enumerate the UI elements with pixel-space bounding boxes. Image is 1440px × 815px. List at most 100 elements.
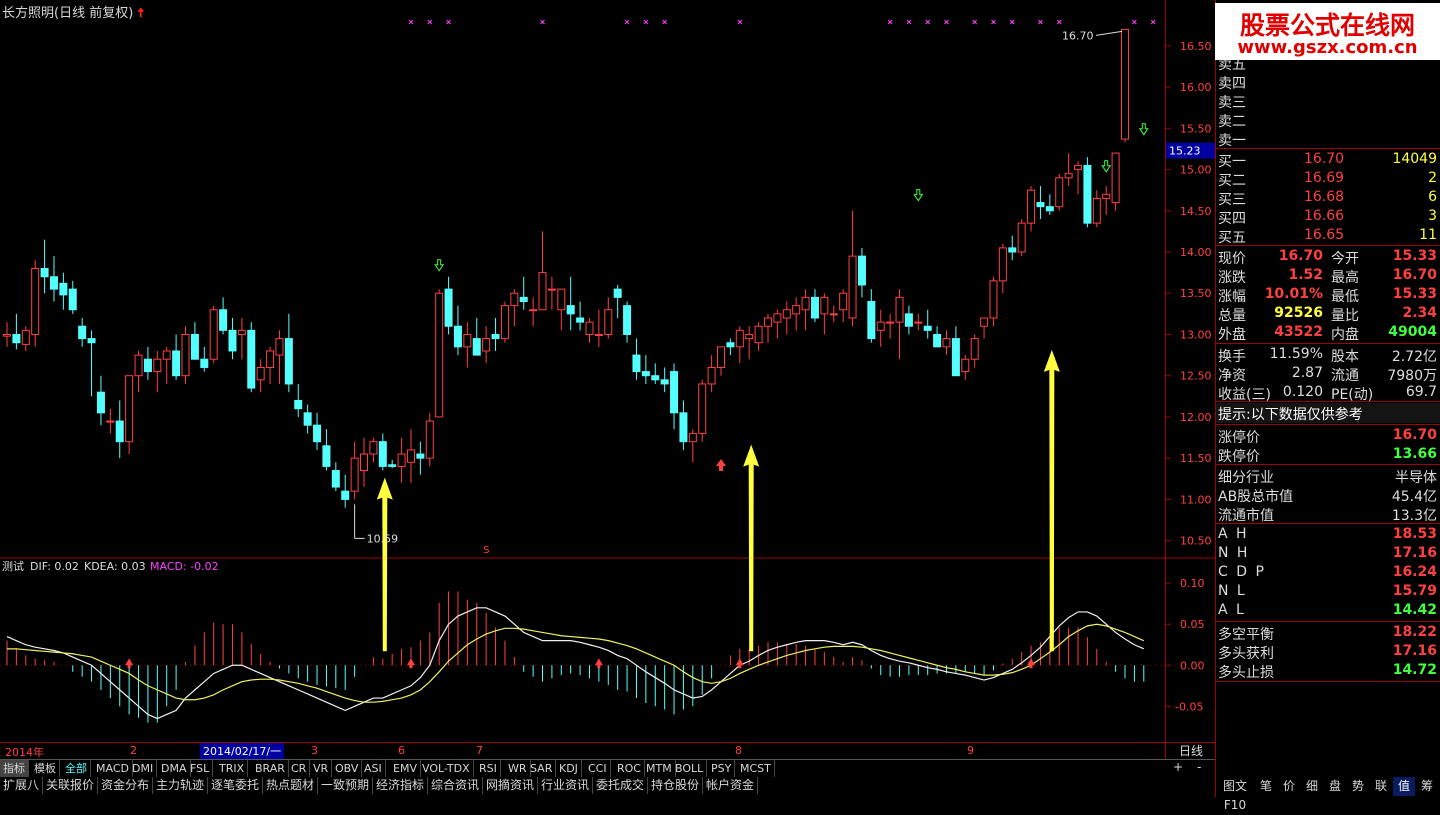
- info-tab[interactable]: 关联报价: [43, 777, 99, 794]
- indicator-tab[interactable]: MTM: [643, 760, 676, 777]
- info-tab[interactable]: 热点题材: [263, 777, 319, 794]
- indicator-tick-label: 0.05: [1180, 618, 1205, 631]
- balance-row: 多空平衡 18.22: [1216, 623, 1440, 643]
- panel-tab[interactable]: 笔: [1255, 777, 1277, 796]
- quote-value: 16.70: [1278, 248, 1323, 264]
- indicator-tab[interactable]: BRAR: [252, 760, 289, 777]
- candle-body: [895, 296, 904, 323]
- candle-body: [613, 288, 622, 298]
- candle: [360, 437, 369, 488]
- info-tab[interactable]: 综合资讯: [428, 777, 484, 794]
- panel-tab[interactable]: 价: [1278, 777, 1300, 796]
- candle-body: [190, 333, 199, 360]
- candle-body: [519, 296, 528, 302]
- buy-order-price: 16.69: [1304, 170, 1345, 186]
- indicator-tab[interactable]: VOL-TDX: [419, 760, 474, 777]
- candle: [31, 260, 40, 347]
- candle-body: [68, 288, 77, 311]
- panel-tab[interactable]: 联: [1370, 777, 1392, 796]
- candle-body: [923, 325, 932, 331]
- price-tick-label: 11.50: [1180, 452, 1212, 465]
- indicator-tab[interactable]: SAR: [527, 760, 557, 777]
- candle-body: [754, 325, 763, 344]
- indicator-tab[interactable]: EMV: [390, 760, 421, 777]
- indicator-tab[interactable]: KDJ: [556, 760, 582, 777]
- info-tab[interactable]: 行业资讯: [538, 777, 594, 794]
- current-price-label: 15.23: [1169, 145, 1201, 158]
- info-tab[interactable]: 帐户资金: [703, 777, 759, 794]
- candle: [876, 309, 885, 347]
- quote-value: 15.33: [1392, 248, 1437, 264]
- indicator-tab[interactable]: VR: [310, 760, 333, 777]
- candle-body: [106, 420, 115, 423]
- indicator-tab[interactable]: DMA: [158, 760, 191, 777]
- panel-tab[interactable]: 图文F10: [1215, 777, 1255, 812]
- candle-body: [801, 296, 810, 311]
- candle: [792, 297, 801, 331]
- info-tab[interactable]: 持仓股份: [648, 777, 704, 794]
- indicator-tab[interactable]: 全部: [62, 760, 91, 777]
- indicator-tab[interactable]: BOLL: [672, 760, 708, 777]
- indicator-tab[interactable]: CR: [288, 760, 311, 777]
- main-chart-panel[interactable]: 16.70 10.59 S 测试 DIF: 0.02 KDEA: 0.03 MACD: -0…: [0, 0, 1165, 745]
- indicator-tab[interactable]: MCST: [737, 760, 775, 777]
- candle-body: [604, 309, 613, 335]
- info-tab[interactable]: 委托成交: [593, 777, 649, 794]
- indicator-tab[interactable]: 指标: [0, 760, 29, 777]
- marker-x-icon: [624, 19, 630, 25]
- candle: [463, 322, 472, 368]
- buy-order-row: 买五 16.65 11: [1216, 226, 1440, 246]
- indicator-tab[interactable]: OBV: [332, 760, 363, 777]
- indicator-tab[interactable]: RSI: [476, 760, 501, 777]
- indicator-tab[interactable]: FSL: [187, 760, 214, 777]
- fundamental-row: 换手 11.59% 股本 2.72亿: [1216, 345, 1440, 365]
- candle-body: [942, 338, 951, 348]
- indicator-tab[interactable]: 模板: [31, 760, 60, 777]
- candle: [237, 317, 246, 360]
- info-tab[interactable]: 网摘资讯: [483, 777, 539, 794]
- info-tab[interactable]: 资金分布: [98, 777, 154, 794]
- marker-x-icon: [1132, 19, 1137, 25]
- indicator-tab[interactable]: CCI: [585, 760, 611, 777]
- candle: [21, 326, 30, 351]
- panel-tab[interactable]: 值: [1393, 777, 1415, 796]
- quote-label: 最低: [1331, 289, 1359, 305]
- indicator-tab[interactable]: ASI: [361, 760, 386, 777]
- balance-value: 17.16: [1392, 643, 1437, 659]
- candle-body: [670, 371, 679, 414]
- candle-body: [360, 453, 369, 472]
- candle-body: [1027, 189, 1036, 224]
- candle-body: [660, 379, 669, 385]
- industry-value[interactable]: 半导体: [1395, 467, 1437, 487]
- indicator-tab[interactable]: MACD: [93, 760, 133, 777]
- indicator-tab[interactable]: TRIX: [216, 760, 249, 777]
- panel-tab[interactable]: 盘: [1324, 777, 1346, 796]
- info-tab[interactable]: 一致预期: [318, 777, 374, 794]
- candlestick-chart[interactable]: 16.70 10.59 S 测试 DIF: 0.02 KDEA: 0.03 MACD: -0…: [0, 0, 1165, 745]
- panel-tab[interactable]: 势: [1347, 777, 1369, 796]
- industry-label: 细分行业: [1218, 470, 1274, 486]
- candle: [200, 346, 209, 372]
- buy-order-row: 买四 16.66 3: [1216, 207, 1440, 227]
- candle: [1064, 153, 1073, 187]
- panel-tab[interactable]: 细: [1301, 777, 1323, 796]
- info-tab[interactable]: 扩展八: [0, 777, 44, 794]
- indicator-tab[interactable]: DMI: [129, 760, 158, 777]
- candle: [707, 355, 716, 393]
- pivot-level-value: 18.53: [1392, 526, 1437, 542]
- info-tab[interactable]: 主力轨迹: [153, 777, 209, 794]
- info-tab[interactable]: 逐笔委托: [208, 777, 264, 794]
- pivot-level-value: 16.24: [1392, 564, 1437, 580]
- candle: [266, 346, 275, 384]
- info-tab[interactable]: 经济指标: [373, 777, 429, 794]
- indicator-tab[interactable]: PSY: [708, 760, 736, 777]
- candle: [190, 322, 199, 360]
- limit-down-value: 13.66: [1392, 446, 1437, 462]
- panel-tab[interactable]: 筹: [1416, 777, 1438, 796]
- period-label[interactable]: 日线: [1165, 742, 1216, 760]
- candle-body: [96, 391, 105, 414]
- candle: [284, 313, 293, 393]
- indicator-tab[interactable]: ROC: [614, 760, 645, 777]
- price-tick-label: 14.50: [1180, 205, 1212, 218]
- watermark-url: www.gszx.com.cn: [1237, 37, 1418, 58]
